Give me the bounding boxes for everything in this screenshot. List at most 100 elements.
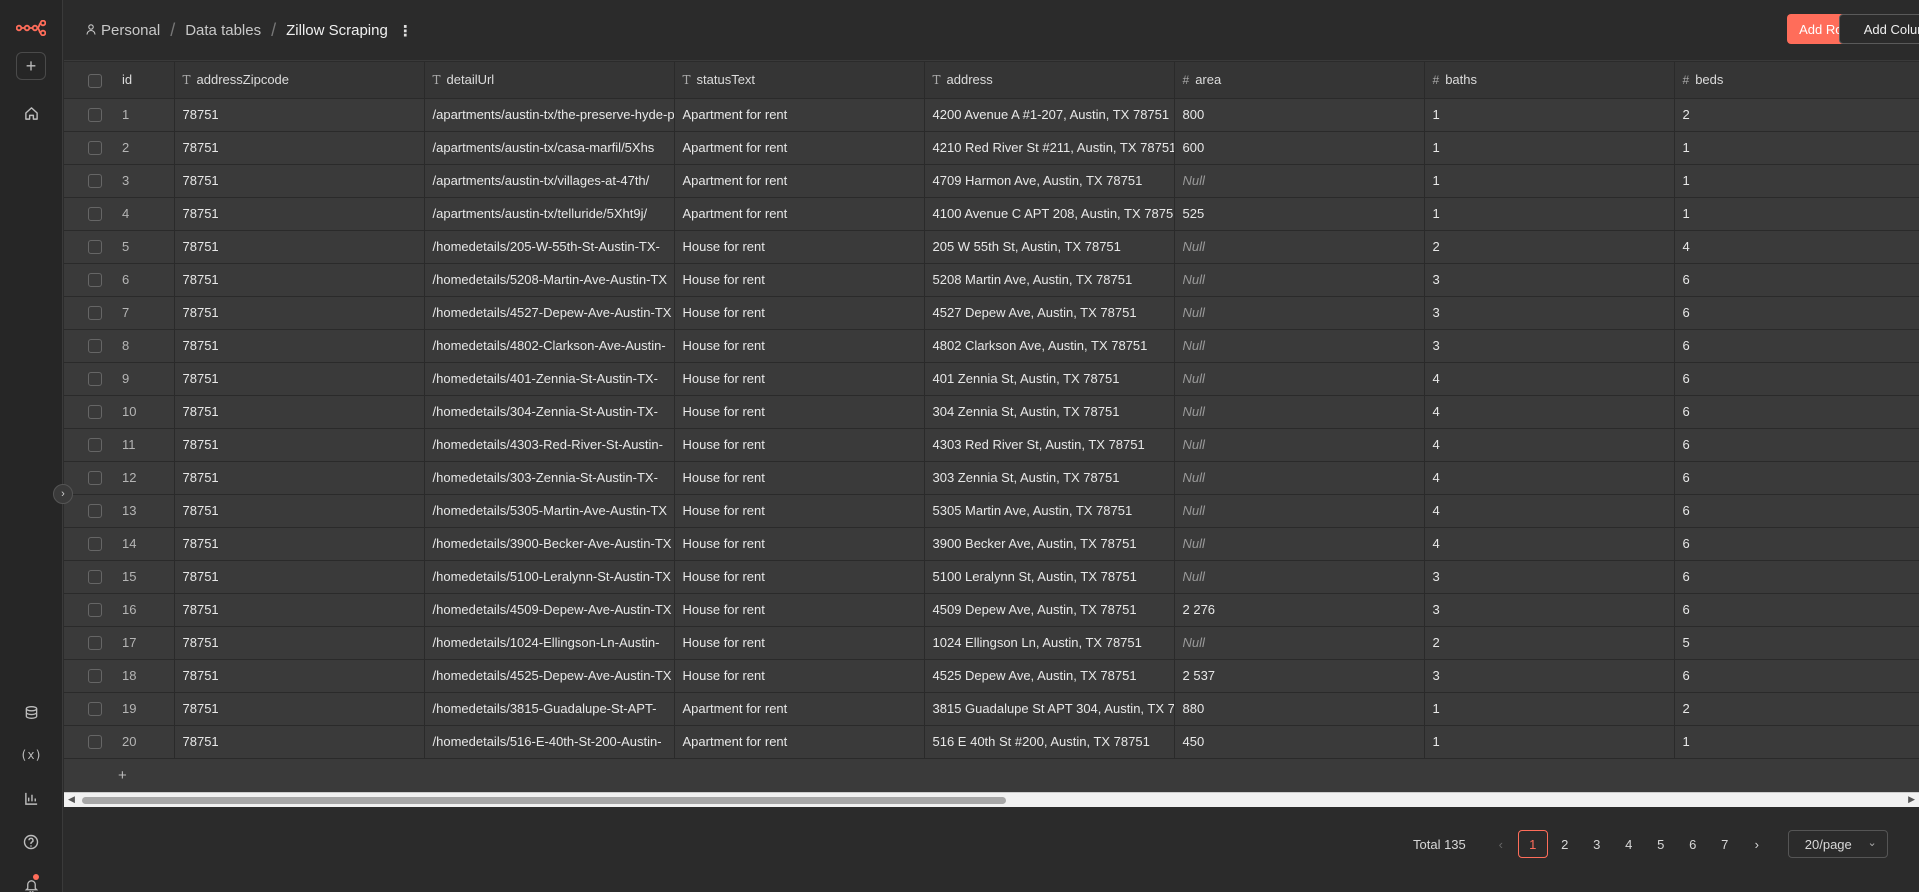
- cell-beds[interactable]: 2: [1674, 692, 1919, 726]
- row-id-cell[interactable]: 11: [64, 428, 175, 462]
- cell-baths[interactable]: 2: [1424, 626, 1675, 660]
- row-id-cell[interactable]: 7: [64, 296, 175, 330]
- column-header-baths[interactable]: # baths: [1424, 62, 1675, 99]
- cell-addressZipcode[interactable]: 78751: [174, 395, 425, 429]
- table-row[interactable]: 8 78751/homedetails/4802-Clarkson-Ave-Aus…: [64, 329, 1919, 363]
- cell-beds[interactable]: 6: [1674, 461, 1919, 495]
- column-header-detailUrl[interactable]: TdetailUrl: [424, 62, 675, 99]
- row-checkbox[interactable]: [88, 273, 102, 288]
- cell-beds[interactable]: 5: [1674, 626, 1919, 660]
- cell-addressZipcode[interactable]: 78751: [174, 428, 425, 462]
- cell-addressZipcode[interactable]: 78751: [174, 131, 425, 165]
- cell-addressZipcode[interactable]: 78751: [174, 659, 425, 693]
- cell-address[interactable]: 4200 Avenue A #1-207, Austin, TX 78751: [924, 98, 1175, 132]
- row-checkbox[interactable]: [88, 438, 102, 453]
- cell-address[interactable]: 4100 Avenue C APT 208, Austin, TX 78751: [924, 197, 1175, 231]
- cell-baths[interactable]: 3: [1424, 296, 1675, 330]
- cell-beds[interactable]: 1: [1674, 131, 1919, 165]
- next-page-icon[interactable]: ›: [1742, 830, 1772, 858]
- scroll-right-arrow-icon[interactable]: ▶: [1908, 794, 1915, 805]
- cell-statusText[interactable]: House for rent: [674, 461, 925, 495]
- cell-baths[interactable]: 2: [1424, 230, 1675, 264]
- cell-beds[interactable]: 6: [1674, 263, 1919, 297]
- row-id-cell[interactable]: 9: [64, 362, 175, 396]
- cell-statusText[interactable]: House for rent: [674, 494, 925, 528]
- cell-address[interactable]: 1024 Ellingson Ln, Austin, TX 78751: [924, 626, 1175, 660]
- row-id-cell[interactable]: 16: [64, 593, 175, 627]
- cell-address[interactable]: 4802 Clarkson Ave, Austin, TX 78751: [924, 329, 1175, 363]
- table-row[interactable]: 11 78751/homedetails/4303-Red-River-St-Au…: [64, 428, 1919, 462]
- cell-beds[interactable]: 6: [1674, 494, 1919, 528]
- cell-statusText[interactable]: Apartment for rent: [674, 164, 925, 198]
- row-checkbox[interactable]: [88, 570, 102, 585]
- page-size-select[interactable]: 20/page ⌄: [1787, 830, 1888, 858]
- cell-detailUrl[interactable]: /homedetails/3900-Becker-Ave-Austin-TX: [424, 527, 675, 561]
- cell-beds[interactable]: 6: [1674, 527, 1919, 561]
- cell-detailUrl[interactable]: /homedetails/303-Zennia-St-Austin-TX-: [424, 461, 675, 495]
- table-row[interactable]: 19 78751/homedetails/3815-Guadalupe-St-AP…: [64, 692, 1919, 726]
- row-checkbox[interactable]: [88, 174, 102, 189]
- cell-detailUrl[interactable]: /apartments/austin-tx/casa-marfil/5Xhs: [424, 131, 675, 165]
- help-icon[interactable]: [16, 827, 46, 857]
- table-row[interactable]: 10 78751/homedetails/304-Zennia-St-Austin…: [64, 395, 1919, 429]
- cell-statusText[interactable]: House for rent: [674, 560, 925, 594]
- cell-detailUrl[interactable]: /homedetails/5305-Martin-Ave-Austin-TX: [424, 494, 675, 528]
- cell-detailUrl[interactable]: /homedetails/5208-Martin-Ave-Austin-TX: [424, 263, 675, 297]
- cell-area[interactable]: Null: [1174, 560, 1425, 594]
- row-id-cell[interactable]: 10: [64, 395, 175, 429]
- row-id-cell[interactable]: 14: [64, 527, 175, 561]
- insights-chart-icon[interactable]: [16, 783, 46, 813]
- cell-address[interactable]: 4303 Red River St, Austin, TX 78751: [924, 428, 1175, 462]
- row-id-cell[interactable]: 2: [64, 131, 175, 165]
- table-row[interactable]: 5 78751/homedetails/205-W-55th-St-Austin-…: [64, 230, 1919, 264]
- more-options-icon[interactable]: ⋮: [398, 22, 413, 40]
- cell-addressZipcode[interactable]: 78751: [174, 494, 425, 528]
- column-header-address[interactable]: Taddress: [924, 62, 1175, 99]
- variables-icon[interactable]: (x): [16, 740, 46, 770]
- cell-address[interactable]: 205 W 55th St, Austin, TX 78751: [924, 230, 1175, 264]
- cell-baths[interactable]: 1: [1424, 98, 1675, 132]
- cell-beds[interactable]: 2: [1674, 98, 1919, 132]
- cell-statusText[interactable]: Apartment for rent: [674, 131, 925, 165]
- cell-beds[interactable]: 6: [1674, 560, 1919, 594]
- table-row[interactable]: 6 78751/homedetails/5208-Martin-Ave-Austi…: [64, 263, 1919, 297]
- table-row[interactable]: 2 78751/apartments/austin-tx/casa-marfil/…: [64, 131, 1919, 165]
- sidebar-expand-chevron-icon[interactable]: ›: [53, 484, 73, 504]
- table-row[interactable]: 18 78751/homedetails/4525-Depew-Ave-Austi…: [64, 659, 1919, 693]
- row-checkbox[interactable]: [88, 339, 102, 354]
- cell-address[interactable]: 4210 Red River St #211, Austin, TX 78751: [924, 131, 1175, 165]
- cell-beds[interactable]: 4: [1674, 230, 1919, 264]
- table-row[interactable]: 14 78751/homedetails/3900-Becker-Ave-Aust…: [64, 527, 1919, 561]
- cell-baths[interactable]: 1: [1424, 692, 1675, 726]
- cell-addressZipcode[interactable]: 78751: [174, 98, 425, 132]
- n8n-logo-icon[interactable]: [16, 13, 46, 43]
- row-checkbox[interactable]: [88, 240, 102, 255]
- cell-address[interactable]: 4509 Depew Ave, Austin, TX 78751: [924, 593, 1175, 627]
- column-header-id[interactable]: id: [64, 62, 175, 99]
- cell-area[interactable]: Null: [1174, 230, 1425, 264]
- row-checkbox[interactable]: [88, 669, 102, 684]
- cell-addressZipcode[interactable]: 78751: [174, 263, 425, 297]
- row-id-cell[interactable]: 4: [64, 197, 175, 231]
- cell-beds[interactable]: 1: [1674, 725, 1919, 759]
- cell-address[interactable]: 401 Zennia St, Austin, TX 78751: [924, 362, 1175, 396]
- cell-area[interactable]: Null: [1174, 296, 1425, 330]
- page-1-button[interactable]: 1: [1517, 830, 1548, 858]
- cell-area[interactable]: Null: [1174, 428, 1425, 462]
- row-checkbox[interactable]: [88, 702, 102, 717]
- table-row[interactable]: 3 78751/apartments/austin-tx/villages-at-…: [64, 164, 1919, 198]
- cell-detailUrl[interactable]: /apartments/austin-tx/the-preserve-hyde-…: [424, 98, 675, 132]
- cell-baths[interactable]: 4: [1424, 362, 1675, 396]
- cell-area[interactable]: Null: [1174, 461, 1425, 495]
- cell-addressZipcode[interactable]: 78751: [174, 593, 425, 627]
- row-id-cell[interactable]: 6: [64, 263, 175, 297]
- cell-address[interactable]: 3815 Guadalupe St APT 304, Austin, TX 78…: [924, 692, 1175, 726]
- cell-statusText[interactable]: Apartment for rent: [674, 725, 925, 759]
- cell-addressZipcode[interactable]: 78751: [174, 560, 425, 594]
- cell-detailUrl[interactable]: /homedetails/1024-Ellingson-Ln-Austin-: [424, 626, 675, 660]
- row-checkbox[interactable]: [88, 471, 102, 486]
- cell-detailUrl[interactable]: /homedetails/4509-Depew-Ave-Austin-TX: [424, 593, 675, 627]
- table-row[interactable]: 7 78751/homedetails/4527-Depew-Ave-Austin…: [64, 296, 1919, 330]
- add-row-plus-icon[interactable]: +: [118, 767, 127, 784]
- cell-statusText[interactable]: House for rent: [674, 329, 925, 363]
